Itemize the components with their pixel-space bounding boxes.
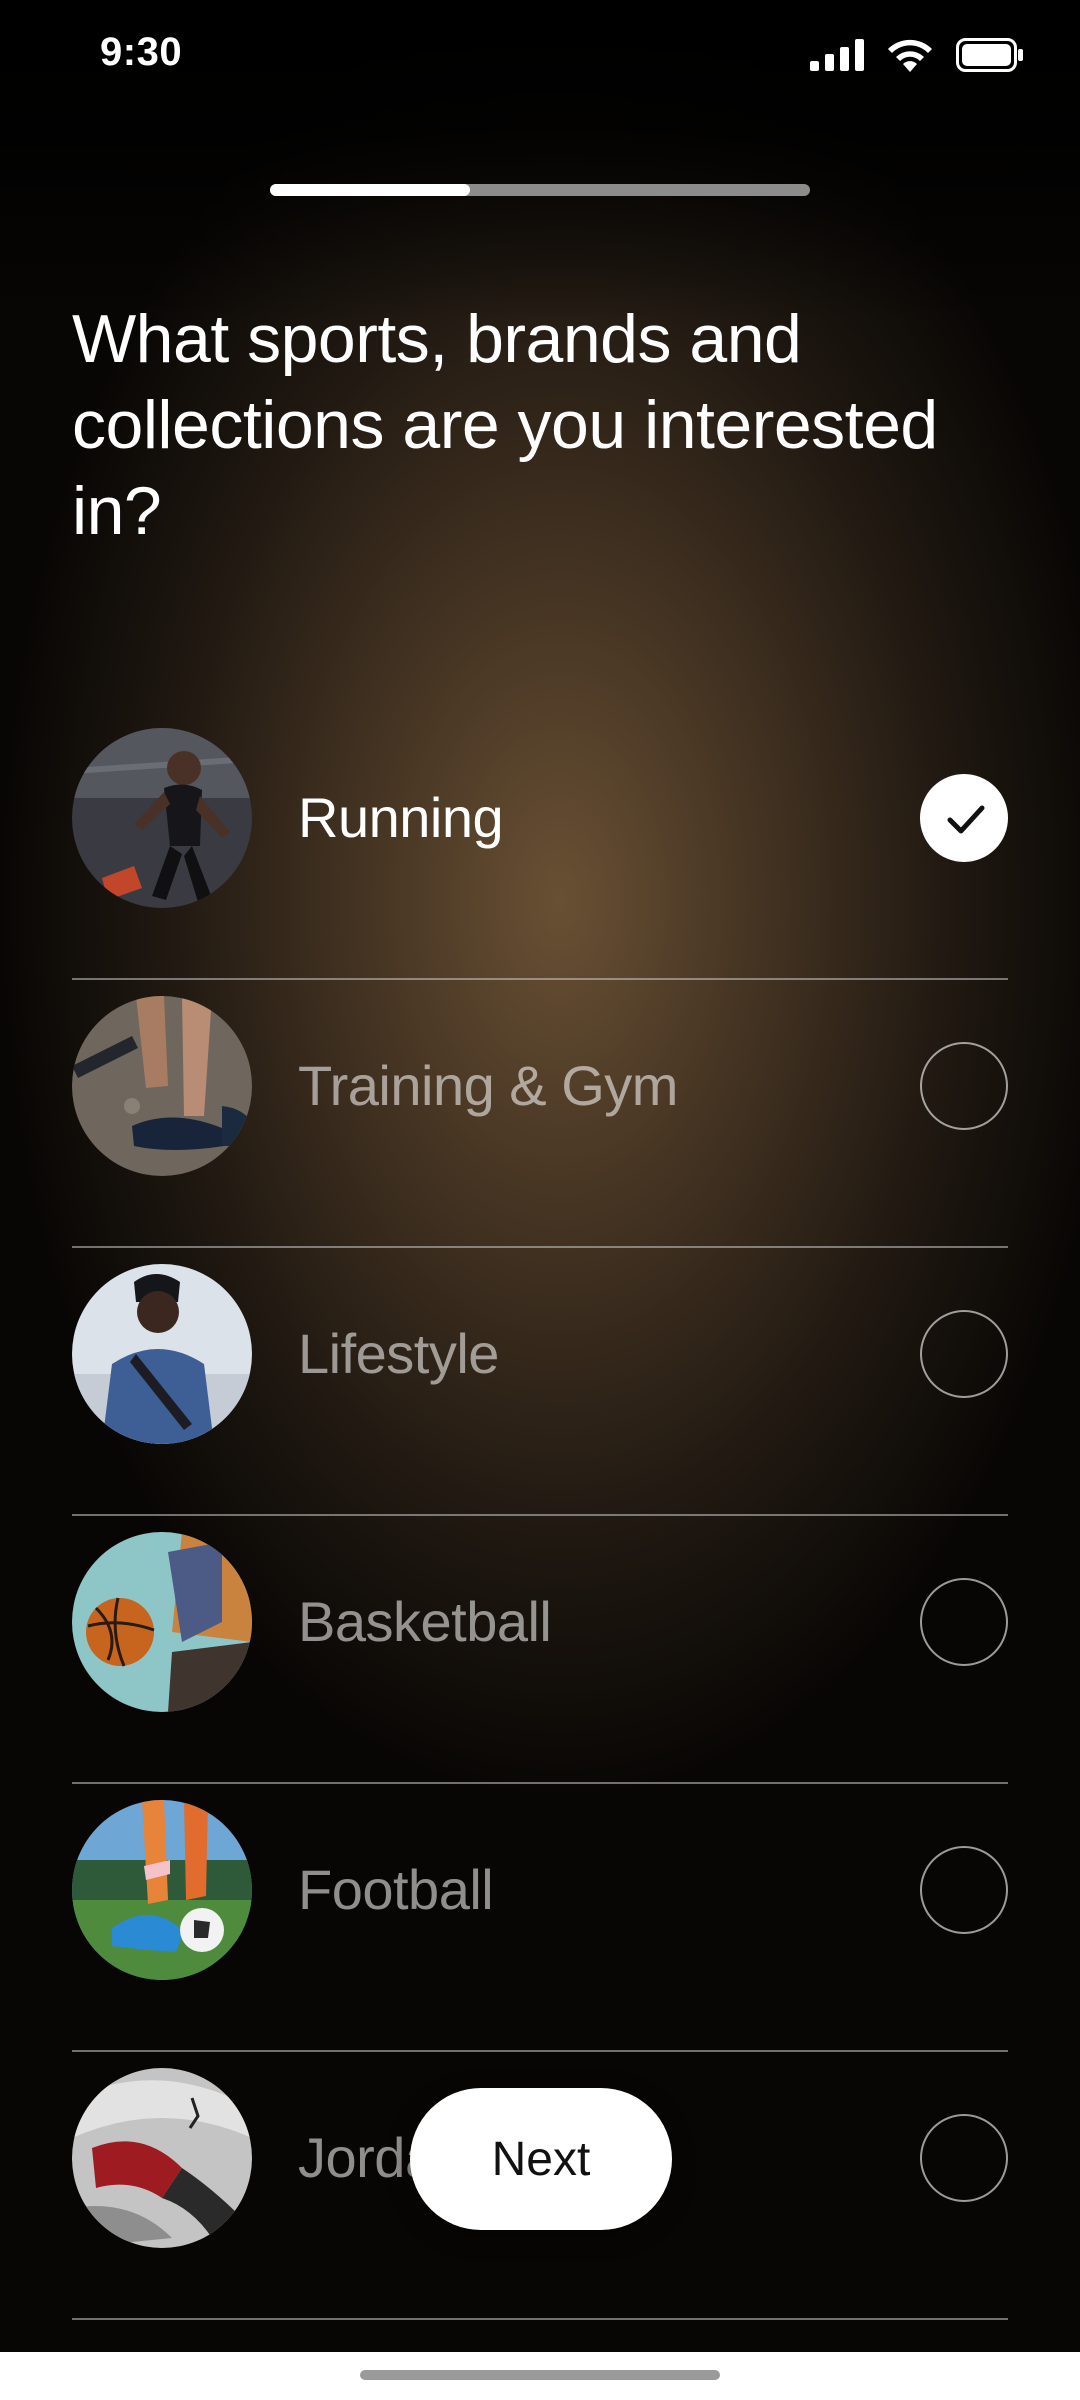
checkmark-icon: [947, 805, 985, 834]
option-check[interactable]: [920, 2114, 1008, 2202]
option-check[interactable]: [920, 1310, 1008, 1398]
option-lifestyle[interactable]: Lifestyle: [72, 1248, 1008, 1516]
football-thumbnail: [72, 1800, 252, 1980]
option-running[interactable]: Running: [72, 712, 1008, 980]
question-heading: What sports, brands and collections are …: [72, 301, 938, 549]
interests-onboarding-screen: 9:30 What sports, brands and collections…: [0, 0, 1080, 2400]
option-basketball[interactable]: Basketball: [72, 1516, 1008, 1784]
status-icons: [810, 38, 1024, 77]
option-check[interactable]: [920, 1846, 1008, 1934]
option-training-gym[interactable]: Training & Gym: [72, 980, 1008, 1248]
onboarding-progress-bar: [270, 184, 810, 196]
interest-options-list: Running Training & Gym Lifestyle Basketb…: [72, 712, 1008, 2320]
option-label: Football: [298, 1858, 494, 1921]
option-football[interactable]: Football: [72, 1784, 1008, 2052]
bottom-safe-area: [0, 2352, 1080, 2400]
next-button[interactable]: Next: [410, 2088, 672, 2230]
jordan-thumbnail: [72, 2068, 252, 2248]
status-bar: 9:30: [0, 0, 1080, 110]
battery-icon: [956, 38, 1024, 77]
running-thumbnail: [72, 728, 252, 908]
option-label: Lifestyle: [298, 1322, 499, 1385]
training-gym-thumbnail: [72, 996, 252, 1176]
status-time: 9:30: [100, 30, 183, 74]
progress-fill: [270, 184, 470, 196]
option-label: Basketball: [298, 1590, 552, 1653]
lifestyle-thumbnail: [72, 1264, 252, 1444]
option-check[interactable]: [920, 774, 1008, 862]
basketball-thumbnail: [72, 1532, 252, 1712]
cellular-signal-icon: [810, 39, 864, 76]
option-check[interactable]: [920, 1042, 1008, 1130]
option-label: Training & Gym: [298, 1054, 678, 1117]
home-indicator[interactable]: [360, 2370, 720, 2380]
option-check[interactable]: [920, 1578, 1008, 1666]
wifi-icon: [886, 38, 934, 77]
option-label: Running: [298, 786, 504, 849]
